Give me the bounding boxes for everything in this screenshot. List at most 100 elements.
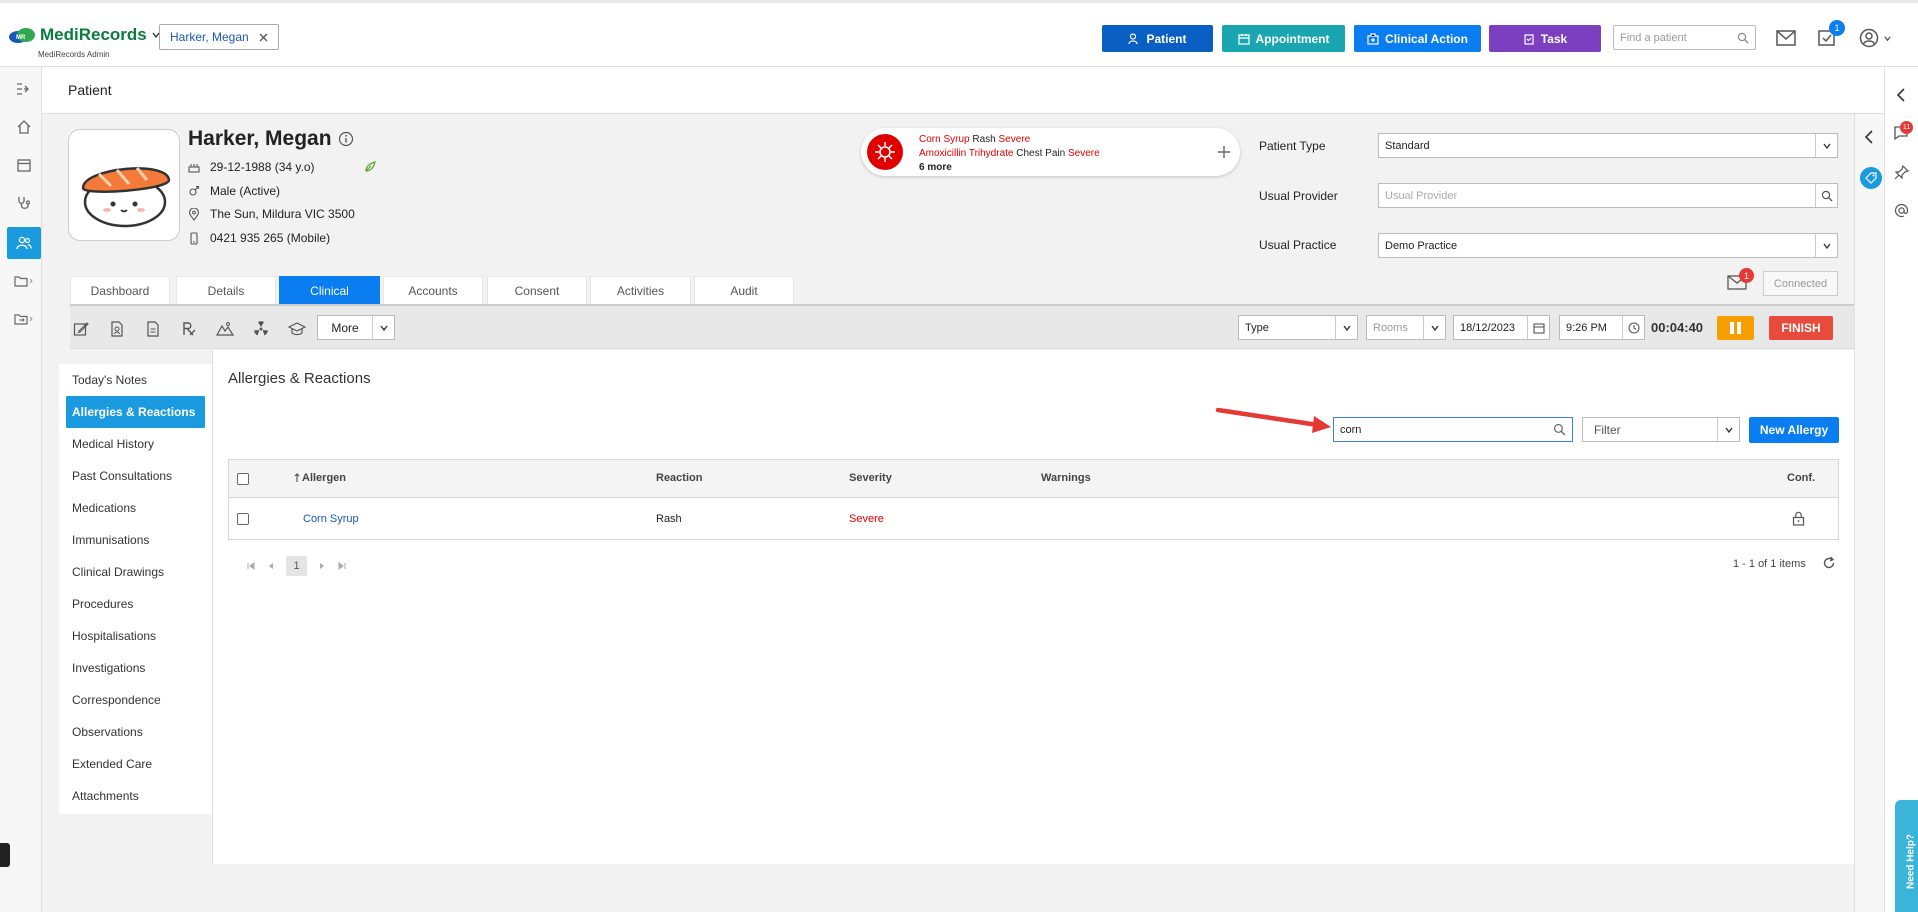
usual-practice-select[interactable]: Demo Practice bbox=[1378, 233, 1838, 258]
page-1-button[interactable]: 1 bbox=[286, 556, 307, 576]
pause-button[interactable] bbox=[1717, 316, 1754, 340]
tab-audit[interactable]: Audit bbox=[694, 276, 794, 304]
column-reaction[interactable]: Reaction bbox=[656, 472, 702, 484]
side-drawer-handle[interactable] bbox=[0, 843, 10, 867]
radiation-icon[interactable] bbox=[248, 316, 274, 342]
column-allergen[interactable]: Allergen bbox=[294, 472, 346, 484]
more-tools-dropdown[interactable]: More bbox=[317, 315, 395, 340]
appointment-button-label: Appointment bbox=[1255, 31, 1330, 46]
usual-practice-value: Demo Practice bbox=[1385, 239, 1458, 252]
at-sign-icon[interactable] bbox=[1894, 203, 1909, 218]
tab-dashboard[interactable]: Dashboard bbox=[70, 276, 170, 304]
chevron-left-icon[interactable] bbox=[1863, 129, 1875, 145]
calendar-nav-icon[interactable] bbox=[7, 149, 41, 181]
menu-allergies-reactions[interactable]: Allergies & Reactions bbox=[66, 396, 205, 428]
finish-button[interactable]: FINISH bbox=[1769, 316, 1833, 340]
imaging-icon[interactable] bbox=[212, 316, 238, 342]
menu-clinical-drawings[interactable]: Clinical Drawings bbox=[59, 556, 212, 588]
allergy-summary-more[interactable]: 6 more bbox=[919, 162, 952, 173]
menu-investigations[interactable]: Investigations bbox=[59, 652, 212, 684]
new-clinical-action-button[interactable]: Clinical Action bbox=[1354, 25, 1481, 52]
notifications-indicator[interactable]: 11 bbox=[1893, 121, 1913, 141]
close-icon[interactable] bbox=[259, 33, 268, 42]
allergy-search-input[interactable]: corn bbox=[1333, 417, 1573, 442]
tab-details[interactable]: Details bbox=[176, 276, 276, 304]
row-allergen-link[interactable]: Corn Syrup bbox=[303, 513, 359, 525]
new-patient-button[interactable]: Patient bbox=[1102, 25, 1213, 52]
menu-observations[interactable]: Observations bbox=[59, 716, 212, 748]
messages-indicator[interactable]: 1 bbox=[1727, 268, 1754, 290]
person-add-icon bbox=[1128, 32, 1139, 44]
menu-medical-history[interactable]: Medical History bbox=[59, 428, 212, 460]
mail-icon[interactable] bbox=[1776, 30, 1796, 46]
open-patient-tab[interactable]: Harker, Megan bbox=[159, 24, 279, 50]
menu-correspondence[interactable]: Correspondence bbox=[59, 684, 212, 716]
add-allergy-icon[interactable] bbox=[1217, 145, 1231, 159]
rooms-select[interactable]: Rooms bbox=[1366, 315, 1446, 340]
encounter-date-input[interactable]: 18/12/2023 bbox=[1453, 315, 1550, 340]
chevron-left-icon[interactable] bbox=[1895, 87, 1907, 103]
chevron-down-icon bbox=[1884, 35, 1891, 41]
prescription-icon[interactable] bbox=[176, 316, 202, 342]
new-allergy-button[interactable]: New Allergy bbox=[1749, 417, 1839, 443]
next-page-icon[interactable] bbox=[317, 561, 327, 571]
lock-icon[interactable] bbox=[1792, 511, 1805, 526]
column-severity[interactable]: Severity bbox=[849, 472, 892, 484]
menu-extended-care[interactable]: Extended Care bbox=[59, 748, 212, 780]
document-scan-icon[interactable] bbox=[104, 316, 130, 342]
collapse-nav-icon[interactable] bbox=[7, 73, 41, 105]
top-bar: MR MediRecords MediRecords Admin Harker,… bbox=[0, 0, 1918, 67]
stethoscope-icon[interactable] bbox=[7, 187, 41, 219]
tab-consent[interactable]: Consent bbox=[487, 276, 587, 304]
menu-past-consultations[interactable]: Past Consultations bbox=[59, 460, 212, 492]
column-warnings[interactable]: Warnings bbox=[1041, 472, 1091, 484]
column-confidential[interactable]: Conf. bbox=[1787, 472, 1815, 484]
menu-hospitalisations[interactable]: Hospitalisations bbox=[59, 620, 212, 652]
tab-accounts[interactable]: Accounts bbox=[383, 276, 483, 304]
new-task-button[interactable]: Task bbox=[1489, 25, 1601, 52]
summary-reaction-2: Chest Pain bbox=[1016, 148, 1066, 159]
referral-document-icon[interactable] bbox=[140, 316, 166, 342]
patient-address-row: The Sun, Mildura VIC 3500 bbox=[188, 207, 355, 221]
export-folder-nav-icon[interactable] bbox=[7, 303, 41, 335]
tasks-indicator[interactable]: 1 bbox=[1817, 20, 1845, 47]
prev-page-icon[interactable] bbox=[266, 561, 276, 571]
row-checkbox[interactable] bbox=[237, 513, 249, 525]
encounter-type-select[interactable]: Type bbox=[1238, 315, 1358, 340]
need-help-button[interactable]: Need Help? bbox=[1895, 800, 1918, 912]
open-patient-tab-label: Harker, Megan bbox=[170, 30, 249, 44]
clock-icon[interactable] bbox=[1622, 316, 1644, 339]
app-logo[interactable]: MR MediRecords bbox=[8, 25, 161, 45]
menu-medications[interactable]: Medications bbox=[59, 492, 212, 524]
tab-clinical[interactable]: Clinical bbox=[279, 276, 380, 304]
allergy-summary-card[interactable]: Corn Syrup Rash Severe Amoxicillin Trihy… bbox=[861, 128, 1240, 176]
first-page-icon[interactable] bbox=[246, 561, 256, 571]
user-menu[interactable] bbox=[1859, 28, 1892, 48]
folder-nav-icon[interactable] bbox=[7, 265, 41, 297]
last-page-icon[interactable] bbox=[337, 561, 347, 571]
edit-note-icon[interactable] bbox=[68, 316, 94, 342]
table-row[interactable]: Corn Syrup Rash Severe bbox=[228, 498, 1839, 540]
info-icon[interactable] bbox=[338, 131, 354, 147]
patient-avatar[interactable] bbox=[68, 129, 180, 241]
menu-procedures[interactable]: Procedures bbox=[59, 588, 212, 620]
select-all-checkbox[interactable] bbox=[237, 473, 249, 485]
patient-type-select[interactable]: Standard bbox=[1378, 133, 1838, 158]
menu-immunisations[interactable]: Immunisations bbox=[59, 524, 212, 556]
tab-activities[interactable]: Activities bbox=[590, 276, 691, 304]
usual-provider-input[interactable]: Usual Provider bbox=[1378, 183, 1838, 208]
home-icon[interactable] bbox=[7, 111, 41, 143]
new-appointment-button[interactable]: Appointment bbox=[1222, 25, 1345, 52]
find-patient-input[interactable]: Find a patient bbox=[1613, 25, 1756, 50]
education-cap-icon[interactable] bbox=[284, 316, 310, 342]
tag-icon[interactable] bbox=[1860, 167, 1882, 189]
refresh-icon[interactable] bbox=[1822, 556, 1836, 570]
pin-icon[interactable] bbox=[1894, 165, 1909, 180]
encounter-time-input[interactable]: 9:26 PM bbox=[1559, 315, 1645, 340]
allergies-heading: Allergies & Reactions bbox=[228, 370, 371, 387]
menu-attachments[interactable]: Attachments bbox=[59, 780, 212, 812]
calendar-icon[interactable] bbox=[1527, 316, 1549, 339]
allergy-filter-select[interactable]: Filter bbox=[1582, 417, 1740, 442]
patients-nav-icon[interactable] bbox=[7, 227, 41, 259]
menu-todays-notes[interactable]: Today's Notes bbox=[59, 364, 212, 396]
